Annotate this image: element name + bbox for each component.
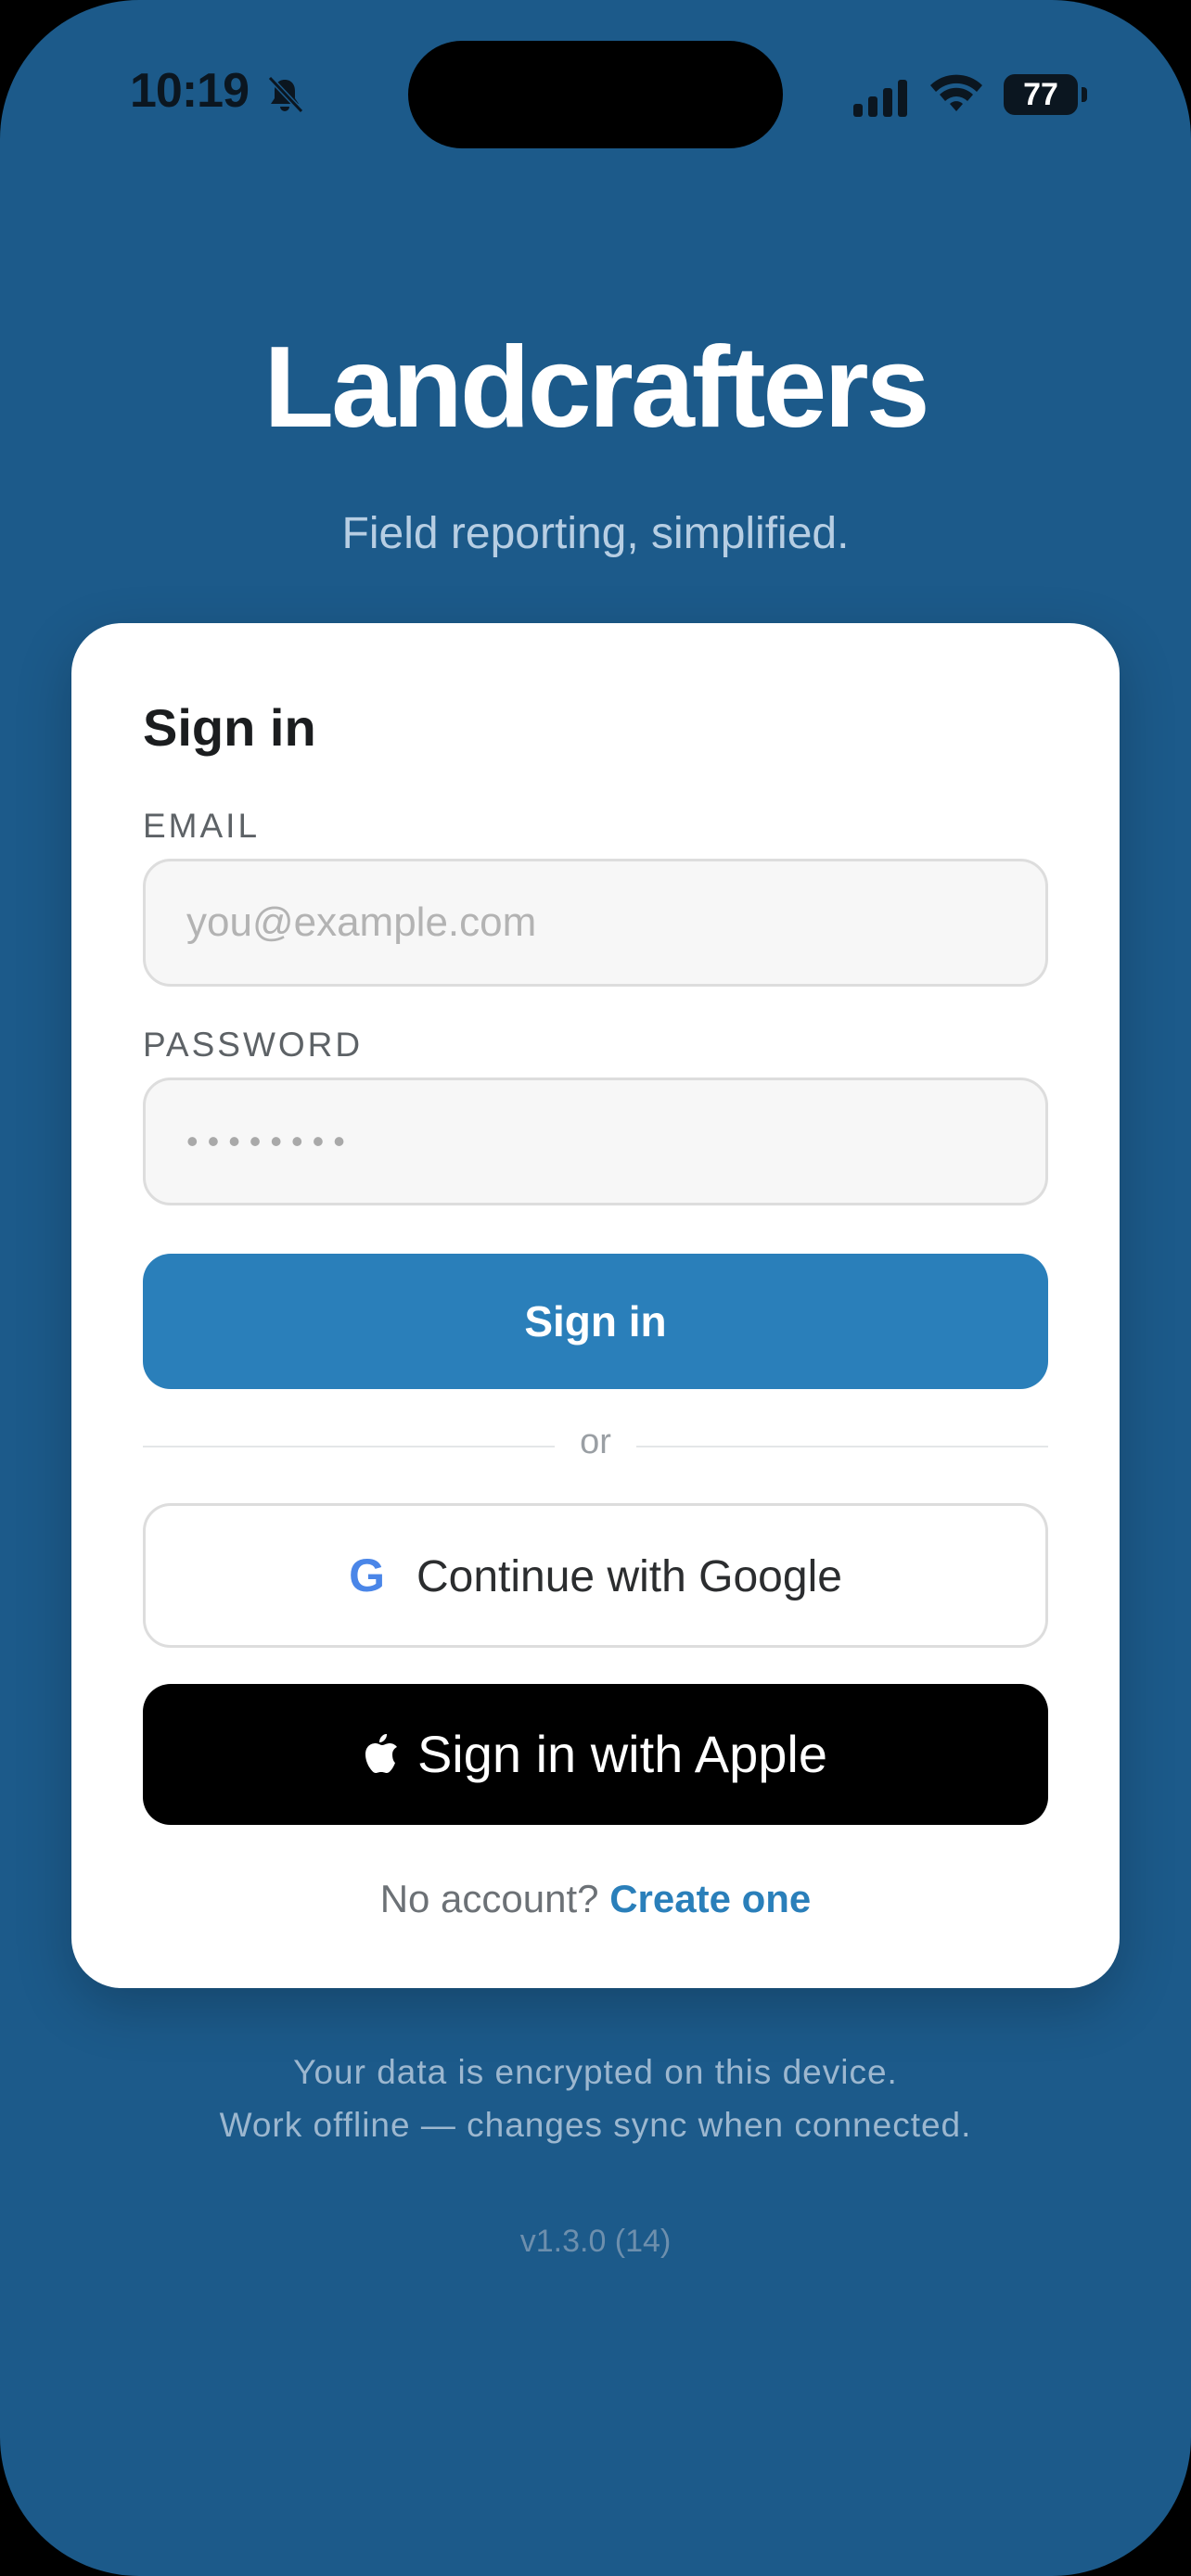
email-field[interactable] — [143, 859, 1048, 987]
create-account-link[interactable]: Create one — [609, 1877, 811, 1920]
divider-or: or — [580, 1422, 611, 1461]
password-label: PASSWORD — [143, 1026, 364, 1064]
signin-card: Sign in EMAIL PASSWORD •••••••• Sign in … — [71, 623, 1120, 1988]
email-label: EMAIL — [143, 807, 261, 845]
signin-button[interactable]: Sign in — [143, 1254, 1048, 1389]
card-title: Sign in — [143, 698, 316, 757]
app-screen: 10:19 77 Landcrafters Field reporting, s… — [0, 0, 1191, 2576]
app-subtitle: Field reporting, simplified. — [341, 509, 850, 558]
app-title: Landcrafters — [263, 324, 929, 452]
footer-offline-note: Work offline — changes sync when connect… — [219, 2106, 972, 2144]
divider-right — [636, 1446, 1048, 1447]
account-prompt-row: No account? Create one — [71, 1877, 1120, 1921]
account-prompt: No account? — [379, 1877, 599, 1920]
signal-icon — [853, 80, 907, 117]
battery-cap — [1082, 87, 1087, 102]
dynamic-island — [408, 41, 783, 148]
google-icon: G — [349, 1549, 385, 1601]
google-signin-button[interactable]: G Continue with Google — [143, 1503, 1048, 1648]
status-time: 10:19 — [130, 64, 250, 118]
wifi-icon — [930, 74, 982, 111]
apple-signin-button[interactable]: Sign in with Apple — [143, 1684, 1048, 1825]
bell-slash-icon — [267, 75, 304, 114]
password-field[interactable]: •••••••• — [143, 1078, 1048, 1205]
apple-button-label: Sign in with Apple — [416, 1725, 828, 1783]
app-version: v1.3.0 (14) — [519, 2224, 672, 2259]
google-button-label: Continue with Google — [416, 1552, 842, 1601]
battery-icon: 77 — [1004, 74, 1078, 115]
apple-icon — [365, 1734, 397, 1774]
footer-encryption-note: Your data is encrypted on this device. — [293, 2053, 898, 2091]
